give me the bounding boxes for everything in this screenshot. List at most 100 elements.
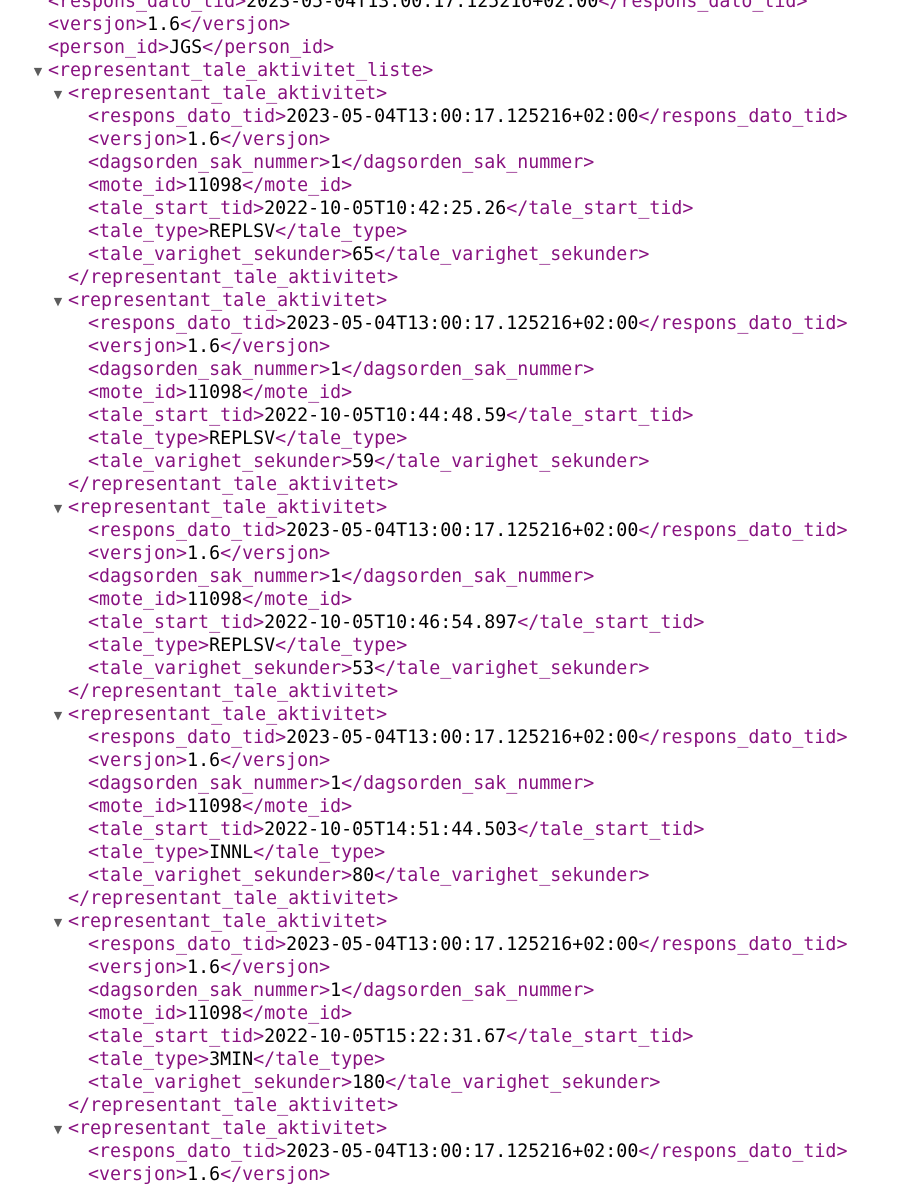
- item-close-tag: </representant_tale_aktivitet>: [68, 1095, 399, 1116]
- element-value: 53: [352, 658, 375, 679]
- element-value: 11098: [187, 175, 243, 196]
- element-value: 2023-05-04T13:00:17.125216+02:00: [286, 1141, 639, 1162]
- element-value: 1.6: [187, 543, 221, 564]
- element-value: REPLSV: [209, 428, 276, 449]
- close-tag: </mote_id>: [242, 175, 353, 196]
- xml-element-line: <respons_dato_tid>2023-05-04T13:00:17.12…: [0, 519, 908, 542]
- item-open-line[interactable]: ▼ <representant_tale_aktivitet>: [0, 910, 908, 933]
- xml-element-line: <versjon>1.6</versjon>: [0, 128, 908, 151]
- item-close-tag: </representant_tale_aktivitet>: [68, 267, 399, 288]
- xml-element-line: <tale_varighet_sekunder>59</tale_varighe…: [0, 450, 908, 473]
- close-tag: </respons_dato_tid>: [638, 934, 848, 955]
- xml-element-line: <tale_varighet_sekunder>53</tale_varighe…: [0, 657, 908, 680]
- open-tag: <tale_type>: [88, 635, 210, 656]
- item-close-line: </representant_tale_aktivitet>: [0, 680, 908, 703]
- xml-element-line: <mote_id>11098</mote_id>: [0, 174, 908, 197]
- xml-element-line: <respons_dato_tid>2023-05-04T13:00:17.12…: [0, 726, 908, 749]
- element-value: 11098: [187, 796, 243, 817]
- open-tag: <tale_start_tid>: [88, 198, 265, 219]
- element-value: 2022-10-05T14:51:44.503: [264, 819, 518, 840]
- close-tag: </tale_type>: [275, 221, 408, 242]
- element-value: 1: [330, 152, 342, 173]
- element-value: 1.6: [187, 750, 221, 771]
- close-tag: </dagsorden_sak_nummer>: [341, 773, 595, 794]
- xml-document-viewer: <respons_dato_tid> 2023-05-04T13:00:17.12…: [0, 0, 908, 1186]
- item-open-tag: <representant_tale_aktivitet>: [68, 83, 388, 104]
- collapse-triangle-icon[interactable]: ▼: [51, 703, 65, 726]
- close-tag: </tale_type>: [275, 428, 408, 449]
- list-open-line[interactable]: ▼ <representant_tale_aktivitet_liste>: [0, 59, 908, 82]
- open-tag: <dagsorden_sak_nummer>: [88, 980, 331, 1001]
- open-tag: <versjon>: [88, 957, 188, 978]
- element-value: 59: [352, 451, 375, 472]
- element-value: 2022-10-05T10:44:48.59: [264, 405, 507, 426]
- item-close-line: </representant_tale_aktivitet>: [0, 473, 908, 496]
- collapse-triangle-icon[interactable]: ▼: [51, 289, 65, 312]
- xml-element-line: <mote_id>11098</mote_id>: [0, 381, 908, 404]
- xml-element-line: <tale_type>REPLSV</tale_type>: [0, 634, 908, 657]
- close-tag: </versjon>: [220, 336, 331, 357]
- open-tag: <dagsorden_sak_nummer>: [88, 773, 331, 794]
- close-tag: </person_id>: [202, 37, 335, 58]
- close-tag: </mote_id>: [242, 1003, 353, 1024]
- open-tag: <tale_start_tid>: [88, 1026, 265, 1047]
- element-value: 11098: [187, 382, 243, 403]
- element-value: 1.6: [187, 1164, 221, 1185]
- collapse-triangle-icon[interactable]: ▼: [51, 1117, 65, 1140]
- open-tag: <tale_type>: [88, 842, 210, 863]
- xml-element-line: <tale_type>REPLSV</tale_type>: [0, 220, 908, 243]
- element-value: REPLSV: [209, 635, 276, 656]
- collapse-triangle-icon[interactable]: ▼: [51, 910, 65, 933]
- open-tag: <versjon>: [88, 750, 188, 771]
- open-tag: <dagsorden_sak_nummer>: [88, 359, 331, 380]
- open-tag: <respons_dato_tid>: [48, 0, 247, 12]
- xml-element-line: <tale_varighet_sekunder>180</tale_varigh…: [0, 1071, 908, 1094]
- open-tag: <mote_id>: [88, 589, 188, 610]
- element-value: 1: [330, 566, 342, 587]
- element-value: 1.6: [187, 336, 221, 357]
- xml-element-line: <dagsorden_sak_nummer>1</dagsorden_sak_n…: [0, 565, 908, 588]
- xml-element-line: <mote_id>11098</mote_id>: [0, 588, 908, 611]
- element-value: INNL: [209, 842, 254, 863]
- element-value: 1: [330, 359, 342, 380]
- close-tag: </respons_dato_tid>: [638, 520, 848, 541]
- xml-element-line: <versjon>1.6</versjon>: [0, 13, 908, 36]
- open-tag: <mote_id>: [88, 175, 188, 196]
- element-value: 2023-05-04T13:00:17.125216+02:00: [286, 727, 639, 748]
- xml-element-line: <tale_varighet_sekunder>80</tale_varighe…: [0, 864, 908, 887]
- item-open-line[interactable]: ▼ <representant_tale_aktivitet>: [0, 703, 908, 726]
- xml-element-line: <mote_id>11098</mote_id>: [0, 795, 908, 818]
- element-value: 2022-10-05T10:46:54.897: [264, 612, 518, 633]
- open-tag: <tale_varighet_sekunder>: [88, 1072, 353, 1093]
- item-open-line[interactable]: ▼ <representant_tale_aktivitet>: [0, 496, 908, 519]
- element-value: 2023-05-04T13:00:17.125216+02:00: [286, 934, 639, 955]
- close-tag: </tale_varighet_sekunder>: [374, 244, 650, 265]
- close-tag: </versjon>: [220, 1164, 331, 1185]
- item-open-line[interactable]: ▼ <representant_tale_aktivitet>: [0, 289, 908, 312]
- collapse-triangle-icon[interactable]: ▼: [31, 59, 45, 82]
- collapse-triangle-icon[interactable]: ▼: [51, 82, 65, 105]
- close-tag: </tale_varighet_sekunder>: [385, 1072, 661, 1093]
- open-tag: <versjon>: [88, 543, 188, 564]
- open-tag: <mote_id>: [88, 796, 188, 817]
- open-tag: <mote_id>: [88, 1003, 188, 1024]
- element-value: 1: [330, 980, 342, 1001]
- collapse-triangle-icon[interactable]: ▼: [51, 496, 65, 519]
- xml-element-line: <dagsorden_sak_nummer>1</dagsorden_sak_n…: [0, 772, 908, 795]
- close-tag: </tale_type>: [253, 842, 386, 863]
- element-value: 2022-10-05T10:42:25.26: [264, 198, 507, 219]
- close-tag: </versjon>: [220, 129, 331, 150]
- item-open-line[interactable]: ▼ <representant_tale_aktivitet>: [0, 82, 908, 105]
- xml-element-line: <respons_dato_tid>2023-05-04T13:00:17.12…: [0, 312, 908, 335]
- close-tag: </mote_id>: [242, 589, 353, 610]
- close-tag: </tale_varighet_sekunder>: [374, 658, 650, 679]
- open-tag: <tale_varighet_sekunder>: [88, 658, 353, 679]
- close-tag: </tale_start_tid>: [517, 612, 705, 633]
- close-tag: </dagsorden_sak_nummer>: [341, 980, 595, 1001]
- open-tag: <tale_start_tid>: [88, 612, 265, 633]
- item-close-tag: </representant_tale_aktivitet>: [68, 681, 399, 702]
- element-value: 1.6: [147, 14, 181, 35]
- xml-element-line: <versjon>1.6</versjon>: [0, 1163, 908, 1186]
- item-open-line[interactable]: ▼ <representant_tale_aktivitet>: [0, 1117, 908, 1140]
- open-tag: <versjon>: [88, 336, 188, 357]
